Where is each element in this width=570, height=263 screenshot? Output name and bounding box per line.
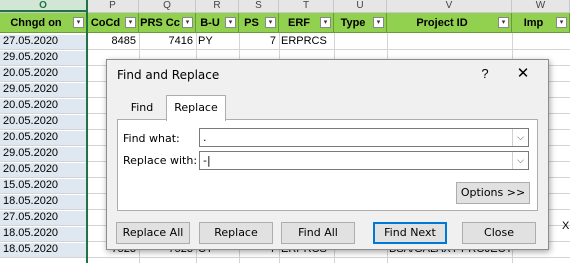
selected-column-border [86,0,88,263]
cell-chngd-on[interactable]: 29.05.2020 [0,51,86,65]
header-type: Type ▾ [334,13,387,33]
cell-b-u[interactable]: PY [196,35,239,48]
header-b-u: B-U ▾ [196,13,239,33]
close-icon[interactable]: ✕ [512,64,534,84]
tab-replace-label: Replace [174,101,218,114]
tab-replace[interactable]: Replace [166,95,226,121]
cell-chngd-on[interactable]: 20.05.2020 [0,115,86,129]
filter-dropdown-icon[interactable]: ▾ [125,17,136,28]
close-button[interactable]: Close [462,222,536,244]
chevron-down-icon[interactable]: ⌵ [512,129,528,146]
chevron-down-icon[interactable]: ⌵ [512,152,528,169]
find-what-label: Find what: [123,132,180,145]
col-letter-t[interactable]: T [279,0,334,12]
col-letter-r[interactable]: R [196,0,239,12]
cell-chngd-on[interactable]: 18.05.2020 [0,243,86,257]
col-letter-p[interactable]: P [87,0,139,12]
header-chngd-on: Chngd on ▾ [0,13,87,33]
cell-chngd-on[interactable]: 18.05.2020 [0,227,86,241]
help-icon[interactable]: ? [475,65,495,83]
filter-dropdown-icon[interactable]: ▾ [498,17,509,28]
options-button[interactable]: Options >> [456,182,530,204]
find-what-value[interactable]: . [203,129,207,146]
header-label: CoCd [90,17,121,29]
header-ps: PS ▾ [239,13,279,33]
header-label: Imp [523,17,544,29]
find-all-button[interactable]: Find All [281,222,355,244]
header-project-id: Project ID ▾ [387,13,512,33]
replace-with-label: Replace with: [123,154,198,167]
cell-erf[interactable]: ERPRCS [279,35,334,48]
header-prs-cc: PRS Cc ▾ [139,13,196,33]
cell-chngd-on[interactable]: 20.05.2020 [0,131,86,145]
replace-with-combo[interactable]: -| ⌵ [199,151,529,170]
cell-chngd-on[interactable]: 27.05.2020 [0,35,86,49]
header-label: B-U [200,17,220,29]
cell-ps[interactable]: 7 [239,35,279,48]
find-what-combo[interactable]: . ⌵ [199,128,529,147]
header-label: Project ID [416,17,468,29]
header-label: Chngd on [10,17,62,29]
find-next-button[interactable]: Find Next [373,222,447,244]
header-imp: Imp ▾ [512,13,570,33]
cell-chngd-on[interactable]: 20.05.2020 [0,67,86,81]
filter-dropdown-icon[interactable]: ▾ [73,17,84,28]
cell-chngd-on[interactable]: 29.05.2020 [0,147,86,161]
filter-dropdown-icon[interactable]: ▾ [225,17,236,28]
filter-dropdown-icon[interactable]: ▾ [182,17,193,28]
header-label: Type [340,17,366,29]
filter-dropdown-icon[interactable]: ▾ [320,17,331,28]
header-label: PRS Cc [140,17,180,29]
cell-cocd[interactable]: 8485 [87,35,139,48]
header-erf: ERF ▾ [279,13,334,33]
cell-chngd-on[interactable]: 18.05.2020 [0,195,86,209]
col-letter-o[interactable]: O [0,0,87,12]
col-letter-q[interactable]: Q [139,0,196,12]
filter-dropdown-icon[interactable]: ▾ [373,17,384,28]
cell-chngd-on[interactable]: 20.05.2020 [0,163,86,177]
replace-all-button[interactable]: Replace All [116,222,190,244]
cell-chngd-on[interactable]: 27.05.2020 [0,211,86,225]
filter-dropdown-icon[interactable]: ▾ [556,17,567,28]
replace-panel: Find what: . ⌵ Replace with: -| ⌵ Option… [117,119,538,211]
cell-chngd-on[interactable]: 15.05.2020 [0,179,86,193]
tab-find[interactable]: Find [119,97,165,119]
find-replace-dialog: Find and Replace ? ✕ Find Replace Find w… [106,59,549,250]
cell-chngd-on[interactable]: 29.05.2020 [0,83,86,97]
replace-with-value[interactable]: -| [203,152,211,169]
replace-button[interactable]: Replace [199,222,273,244]
header-label: PS [244,17,259,29]
header-label: ERF [288,17,310,29]
tab-find-label: Find [130,101,154,114]
col-letter-v[interactable]: V [387,0,512,12]
col-letter-s[interactable]: S [239,0,279,12]
cell-prs-cc[interactable]: 7416 [139,35,196,48]
filter-dropdown-icon[interactable]: ▾ [265,17,276,28]
col-letter-u[interactable]: U [334,0,387,12]
header-cocd: CoCd ▾ [87,13,139,33]
cell-chngd-on[interactable]: 20.05.2020 [0,99,86,113]
col-letter-w[interactable]: W [512,0,570,12]
stray-cell-text: X [562,220,570,232]
dialog-title: Find and Replace [117,68,220,82]
